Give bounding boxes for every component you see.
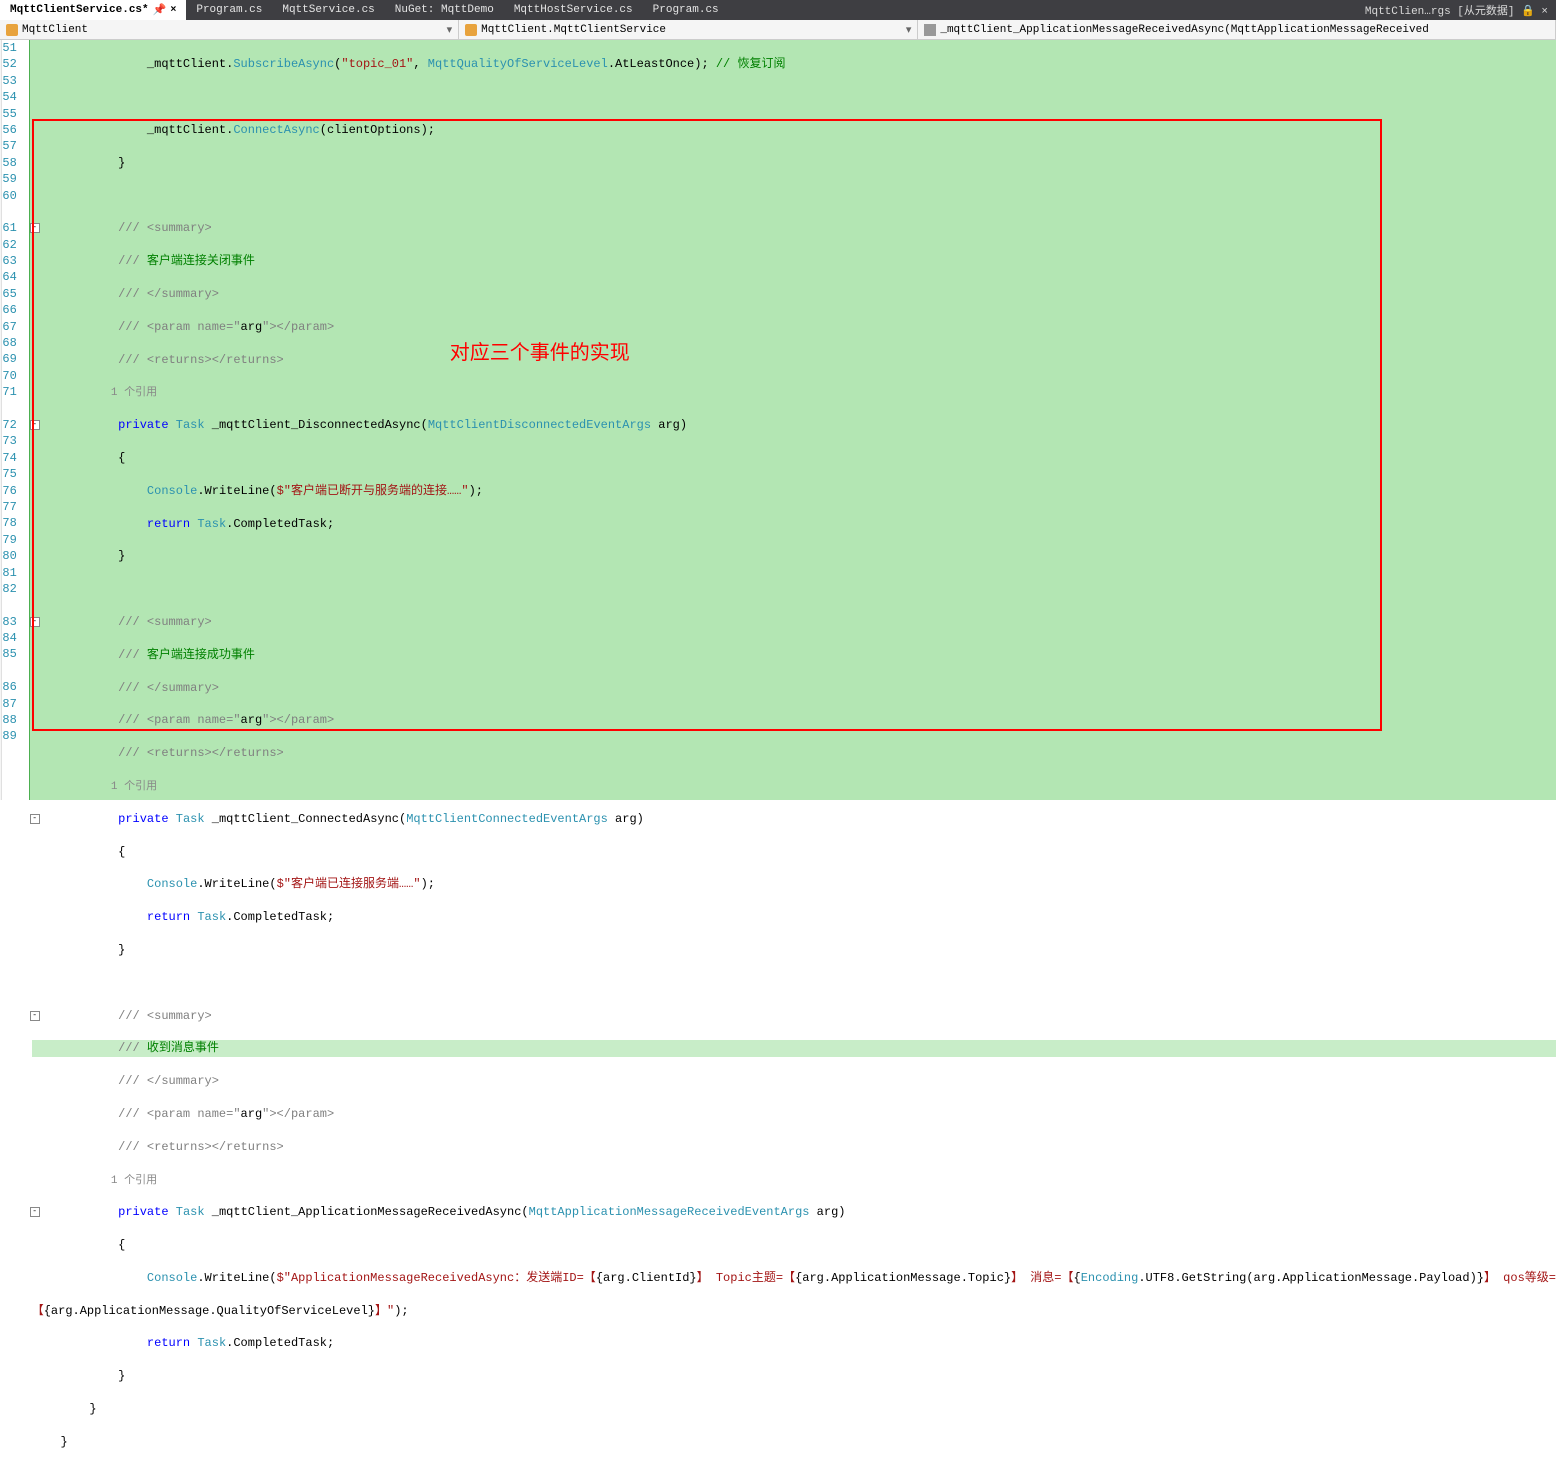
class-icon [465, 24, 477, 36]
fold-icon[interactable]: - [30, 1011, 40, 1021]
line-gutter: 51525354555657585960 6162636465666768697… [2, 40, 28, 800]
annotation-text: 对应三个事件的实现 [450, 336, 630, 365]
codelens-references[interactable]: 1 个引用 [32, 781, 157, 793]
fold-icon[interactable]: - [30, 223, 40, 233]
chevron-down-icon: ▾ [906, 23, 912, 37]
chevron-down-icon: ▾ [447, 23, 453, 37]
fold-icon[interactable]: - [30, 1207, 40, 1217]
tab[interactable]: NuGet: MqttDemo [385, 0, 504, 20]
fold-icon[interactable]: - [30, 814, 40, 824]
tab[interactable]: MqttService.cs [272, 0, 384, 20]
codelens-references[interactable]: 1 个引用 [32, 387, 157, 399]
fold-icon[interactable]: - [30, 617, 40, 627]
tab-active[interactable]: MqttClientService.cs* 📌 × [0, 0, 186, 20]
fold-icon[interactable]: - [30, 420, 40, 430]
tab[interactable]: Program.cs [186, 0, 272, 20]
nav-class[interactable]: MqttClient.MqttClientService▾ [459, 20, 918, 39]
codelens-references[interactable]: 1 个引用 [32, 1175, 157, 1187]
csharp-icon [6, 24, 18, 36]
tab[interactable]: Program.cs [643, 0, 729, 20]
lock-icon [924, 24, 936, 36]
nav-project[interactable]: MqttClient▾ [0, 20, 459, 39]
editor: 51525354555657585960 6162636465666768697… [0, 40, 1556, 800]
nav-member[interactable]: _mqttClient_ApplicationMessageReceivedAs… [918, 20, 1556, 39]
code-area[interactable]: _mqttClient.SubscribeAsync("topic_01", M… [30, 40, 1556, 800]
tab-metadata[interactable]: MqttClien…rgs [从元数据] 🔒 × [1357, 0, 1556, 20]
tab[interactable]: MqttHostService.cs [504, 0, 643, 20]
tab-bar: MqttClientService.cs* 📌 × Program.cs Mqt… [0, 0, 1556, 20]
nav-bar: MqttClient▾ MqttClient.MqttClientService… [0, 20, 1556, 40]
